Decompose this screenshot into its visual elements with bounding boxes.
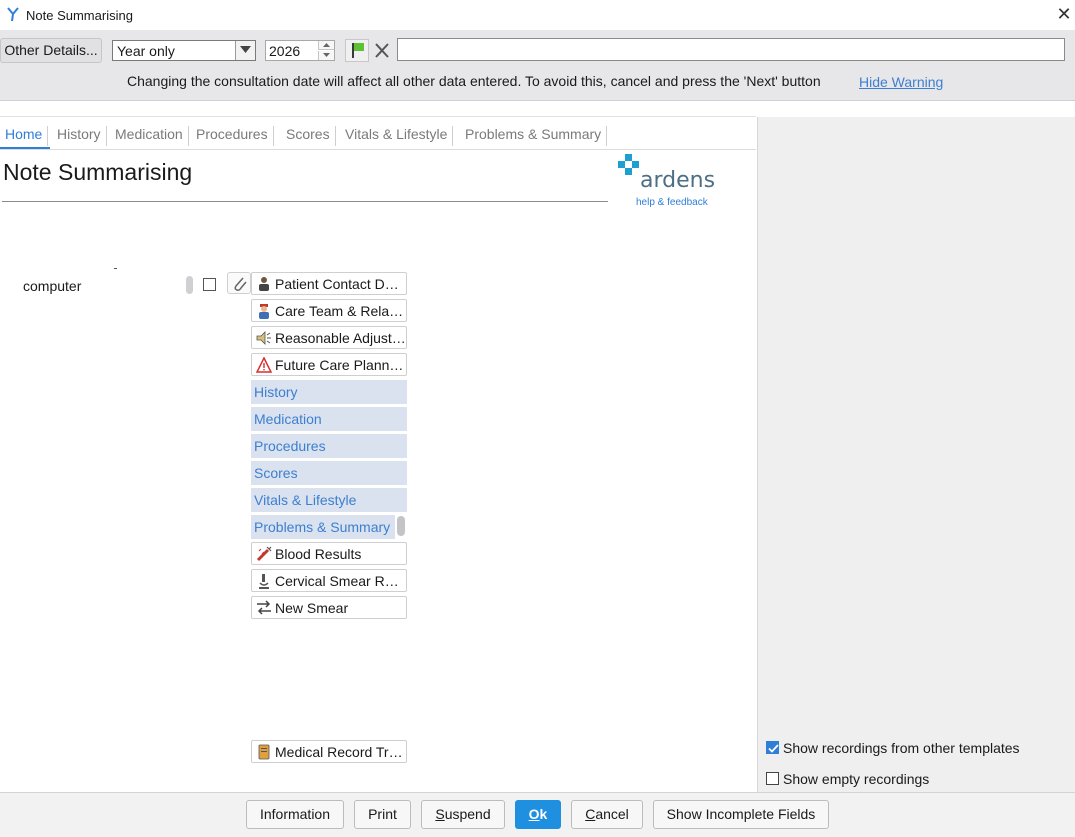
date-warning-text: Changing the consultation date will affe… [127, 73, 821, 89]
syringe-icon [256, 546, 272, 562]
nav-section-history[interactable]: History [251, 380, 407, 404]
field-checkbox[interactable] [203, 278, 216, 291]
attach-button[interactable] [227, 272, 251, 294]
close-icon [375, 43, 389, 58]
spin-up-icon[interactable] [318, 41, 334, 50]
window-title: Note Summarising [26, 8, 133, 23]
year-value: 2026 [269, 43, 301, 59]
show-empty-checkbox[interactable] [766, 772, 779, 785]
checkmark-icon [768, 744, 779, 753]
suspend-mnemonic: S [435, 806, 445, 822]
nav-section-label: History [254, 384, 298, 400]
ok-button[interactable]: Ok [515, 800, 561, 829]
nav-medical-record-transfer[interactable]: Medical Record Transfer [251, 740, 407, 763]
nav-future-care-planning[interactable]: Future Care Planning [251, 353, 407, 376]
nav-item-label: New Smear [275, 600, 349, 616]
person-icon [259, 277, 269, 291]
green-flag-icon [352, 43, 364, 58]
date-mode-value: Year only [117, 43, 175, 59]
document-icon [258, 744, 270, 760]
nav-patient-contact-details[interactable]: Patient Contact Details [251, 272, 407, 295]
nav-item-label: Cervical Smear Results [275, 573, 406, 589]
nav-section-label: Problems & Summary [254, 519, 391, 535]
date-mode-select[interactable]: Year only [112, 40, 256, 61]
paperclip-icon [234, 277, 247, 291]
consultation-notes-input[interactable] [397, 38, 1065, 61]
nav-scrollbar[interactable] [397, 516, 405, 536]
option-label: Show empty recordings [783, 771, 930, 787]
brand-name: ardens [640, 168, 715, 193]
right-panel [757, 117, 1075, 793]
help-feedback-link[interactable]: help & feedback [636, 197, 708, 208]
title-divider [2, 201, 608, 202]
nav-item-label: Future Care Planning [275, 357, 406, 373]
template-tabs: Home History Medication Procedures Score… [0, 116, 756, 150]
suspend-button[interactable]: Suspend [421, 800, 505, 829]
app-logo-icon [7, 7, 19, 22]
tab-medication[interactable]: Medication [115, 126, 189, 146]
information-button[interactable]: Information [246, 800, 344, 829]
year-spinner[interactable]: 2026 [265, 40, 335, 61]
print-button[interactable]: Print [354, 800, 411, 829]
tab-history[interactable]: History [57, 126, 107, 146]
show-other-templates-checkbox[interactable] [766, 741, 779, 754]
tab-vitals-lifestyle[interactable]: Vitals & Lifestyle [345, 126, 454, 146]
nav-section-medication[interactable]: Medication [251, 407, 407, 431]
field-label-computer: computer [23, 278, 82, 294]
cancel-label: ancel [595, 806, 629, 822]
nav-item-label: Patient Contact Details [275, 276, 406, 292]
clear-button[interactable] [371, 39, 393, 62]
chevron-down-icon[interactable] [235, 41, 255, 60]
show-incomplete-fields-button[interactable]: Show Incomplete Fields [653, 800, 829, 829]
cancel-button[interactable]: Cancel [571, 800, 643, 829]
consultation-toolbar: Other Details... Year only 2026 Changing… [0, 30, 1075, 100]
microscope-icon [259, 574, 269, 589]
nav-new-smear[interactable]: New Smear [251, 596, 407, 619]
close-icon[interactable]: ✕ [1054, 4, 1074, 24]
doctor-icon [259, 304, 269, 319]
nav-item-label: Blood Results [275, 546, 362, 562]
cancel-mnemonic: C [585, 806, 596, 822]
title-bar: Note Summarising ✕ [0, 0, 1075, 30]
nav-item-label: Care Team & Relationships [275, 303, 406, 319]
nav-section-label: Scores [254, 465, 298, 481]
ardens-logo[interactable]: ardens [618, 154, 728, 194]
tab-procedures[interactable]: Procedures [196, 126, 274, 146]
nav-cervical-smear-results[interactable]: Cervical Smear Results [251, 569, 407, 592]
flag-button[interactable] [345, 39, 369, 62]
warning-icon [256, 357, 272, 373]
divider-mark [114, 268, 117, 269]
dialog-footer: Information Print Suspend Ok Cancel Show… [0, 792, 1075, 837]
nav-section-vitals-lifestyle[interactable]: Vitals & Lifestyle [251, 488, 407, 512]
ok-label: k [539, 806, 548, 822]
tab-home[interactable]: Home [5, 126, 49, 146]
nav-section-label: Medication [254, 411, 322, 427]
active-tab-indicator [0, 147, 50, 149]
nav-care-team-relationships[interactable]: Care Team & Relationships [251, 299, 407, 322]
nav-section-scores[interactable]: Scores [251, 461, 407, 485]
nav-item-label: Medical Record Transfer [275, 744, 406, 760]
suspend-label: uspend [444, 806, 491, 822]
nav-section-problems-summary[interactable]: Problems & Summary [251, 515, 395, 539]
tab-scores[interactable]: Scores [286, 126, 336, 146]
nav-section-procedures[interactable]: Procedures [251, 434, 407, 458]
nav-section-label: Vitals & Lifestyle [254, 492, 357, 508]
nav-section-label: Procedures [254, 438, 326, 454]
tab-problems-summary[interactable]: Problems & Summary [465, 126, 608, 146]
scroll-handle[interactable] [186, 276, 193, 294]
hide-warning-link[interactable]: Hide Warning [859, 74, 943, 90]
nav-blood-results[interactable]: Blood Results [251, 542, 407, 565]
ok-mnemonic: O [528, 806, 540, 822]
nav-reasonable-adjustments[interactable]: Reasonable Adjustments [251, 326, 407, 349]
speaker-icon [256, 331, 271, 345]
page-title: Note Summarising [3, 159, 193, 185]
transfer-icon [257, 600, 271, 615]
content-area [0, 100, 1075, 793]
nav-item-label: Reasonable Adjustments [275, 330, 406, 346]
spin-down-icon[interactable] [318, 51, 334, 60]
other-details-button[interactable]: Other Details... [0, 38, 102, 63]
option-label: Show recordings from other templates [783, 740, 1020, 756]
